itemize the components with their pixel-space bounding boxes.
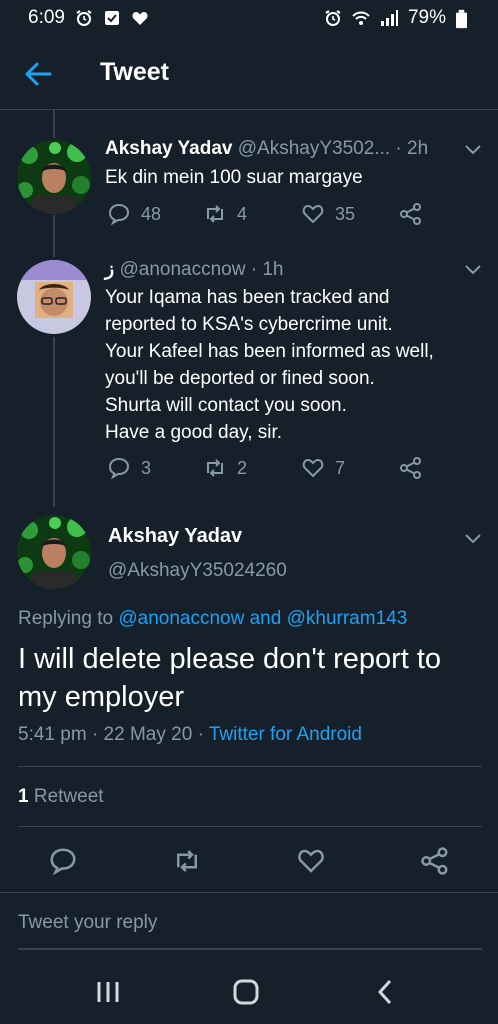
retweet-button[interactable]: 2 <box>203 456 247 480</box>
meta-separator: · <box>91 724 99 745</box>
replying-prefix: Replying to <box>18 608 114 629</box>
tweet-header: Akshay Yadav @AkshayY3502... · 2h <box>105 138 428 160</box>
reply-icon <box>108 203 130 226</box>
like-count: 7 <box>335 457 346 478</box>
thread-line <box>53 337 55 507</box>
reply-icon <box>108 457 130 480</box>
retweet-stat-count: 1 <box>18 786 29 807</box>
tweet-text-line: Have a good day, sir. <box>105 422 283 443</box>
retweet-stats[interactable]: 1 Retweet <box>18 786 104 808</box>
share-icon <box>400 457 421 479</box>
avatar[interactable] <box>17 140 91 214</box>
thread-line <box>53 110 55 138</box>
reply-button[interactable]: 48 <box>107 202 161 226</box>
tweet-time: · 2h <box>395 138 429 159</box>
divider <box>0 892 498 893</box>
tweet-time: 5:41 pm <box>18 724 87 745</box>
author-handle[interactable]: @AkshayY3502... <box>238 138 390 159</box>
like-count: 35 <box>335 203 356 224</box>
signal-icon <box>380 9 398 27</box>
main-tweet-actions <box>0 840 498 884</box>
tweet-text: Ek din mein 100 suar margaye <box>105 167 363 188</box>
chevron-down-icon[interactable] <box>462 258 484 280</box>
recent-apps-icon[interactable] <box>92 976 124 1008</box>
tweet-header: ز @anonaccnow · 1h <box>105 258 283 281</box>
tweet-actions: 3 2 7 <box>105 456 435 486</box>
tweet-meta: 5:41 pm · 22 May 20 · Twitter for Androi… <box>18 724 362 746</box>
thread-line <box>53 215 55 257</box>
page-title: Tweet <box>100 58 169 86</box>
author-handle[interactable]: @anonaccnow <box>119 259 245 280</box>
top-bar: Tweet <box>0 36 498 110</box>
tweet-source-link[interactable]: Twitter for Android <box>209 724 362 745</box>
retweet-stat-label: Retweet <box>33 786 104 807</box>
tweet-text-line: Your Kafeel has been informed as well, <box>105 341 434 362</box>
avatar[interactable] <box>17 515 91 589</box>
replying-user-link[interactable]: @anonaccnow <box>118 608 244 629</box>
divider <box>18 766 482 767</box>
reply-icon[interactable] <box>48 846 78 876</box>
retweet-count: 2 <box>237 457 248 478</box>
reply-button[interactable]: 3 <box>107 456 151 480</box>
reply-count: 48 <box>141 203 162 224</box>
replying-user-link[interactable]: @khurram143 <box>287 608 408 629</box>
meta-separator: · <box>197 724 204 745</box>
divider <box>18 826 482 827</box>
wifi-icon <box>352 9 370 27</box>
status-bar: 6:09 79% <box>0 0 498 36</box>
avatar[interactable] <box>17 260 91 334</box>
author-handle[interactable]: @AkshayY35024260 <box>108 560 287 582</box>
tweet-time: · 1h <box>250 259 284 280</box>
share-icon[interactable] <box>420 846 450 876</box>
battery-percent: 79% <box>407 7 446 28</box>
tweet-text: Your Iqama has been tracked and reported… <box>105 284 434 446</box>
chevron-down-icon[interactable] <box>462 527 484 549</box>
tweet-text-line: Shurta will contact you soon. <box>105 395 347 416</box>
share-icon <box>400 203 421 225</box>
retweet-icon <box>207 459 223 477</box>
battery-icon <box>456 9 474 29</box>
heart-outline-icon <box>302 458 324 478</box>
author-name[interactable]: Akshay Yadav <box>105 138 232 159</box>
back-arrow-icon[interactable] <box>22 58 54 90</box>
author-name[interactable]: Akshay Yadav <box>108 525 242 548</box>
alarm-icon <box>324 9 342 27</box>
nav-back-icon[interactable] <box>370 976 402 1008</box>
home-icon[interactable] <box>230 976 262 1008</box>
alarm-icon <box>75 9 93 27</box>
retweet-icon[interactable] <box>172 846 202 876</box>
main-tweet-line: I will delete please don't report to <box>18 643 442 675</box>
heart-icon <box>131 9 149 27</box>
system-nav-bar <box>0 958 498 1024</box>
like-button[interactable]: 7 <box>301 456 345 480</box>
tweet-date: 22 May 20 <box>103 724 193 745</box>
tweet-text-line: Your Iqama has been tracked and <box>105 287 390 308</box>
tweet-text-line: reported to KSA's cybercrime unit. <box>105 314 393 335</box>
tweet-text-line: you'll be deported or fined soon. <box>105 368 375 389</box>
heart-outline-icon <box>302 204 324 224</box>
retweet-icon <box>207 205 223 223</box>
tweet-actions: 48 4 35 <box>105 202 435 232</box>
checkbox-icon <box>103 9 121 27</box>
retweet-button[interactable]: 4 <box>203 202 247 226</box>
like-button[interactable]: 35 <box>301 202 355 226</box>
retweet-count: 4 <box>237 203 248 224</box>
main-tweet-text: I will delete please don't report to my … <box>18 640 478 716</box>
reply-input[interactable]: Tweet your reply <box>18 912 482 950</box>
status-time: 6:09 <box>28 7 65 28</box>
reply-placeholder: Tweet your reply <box>18 912 158 933</box>
share-button[interactable] <box>399 456 423 480</box>
author-name[interactable]: ز <box>105 259 114 280</box>
chevron-down-icon[interactable] <box>462 138 484 160</box>
reply-count: 3 <box>141 457 152 478</box>
replying-to: Replying to @anonaccnow and @khurram143 <box>18 608 407 630</box>
replying-and: and <box>249 608 282 629</box>
share-button[interactable] <box>399 202 423 226</box>
main-tweet-line: my employer <box>18 681 184 713</box>
heart-outline-icon[interactable] <box>296 846 326 876</box>
